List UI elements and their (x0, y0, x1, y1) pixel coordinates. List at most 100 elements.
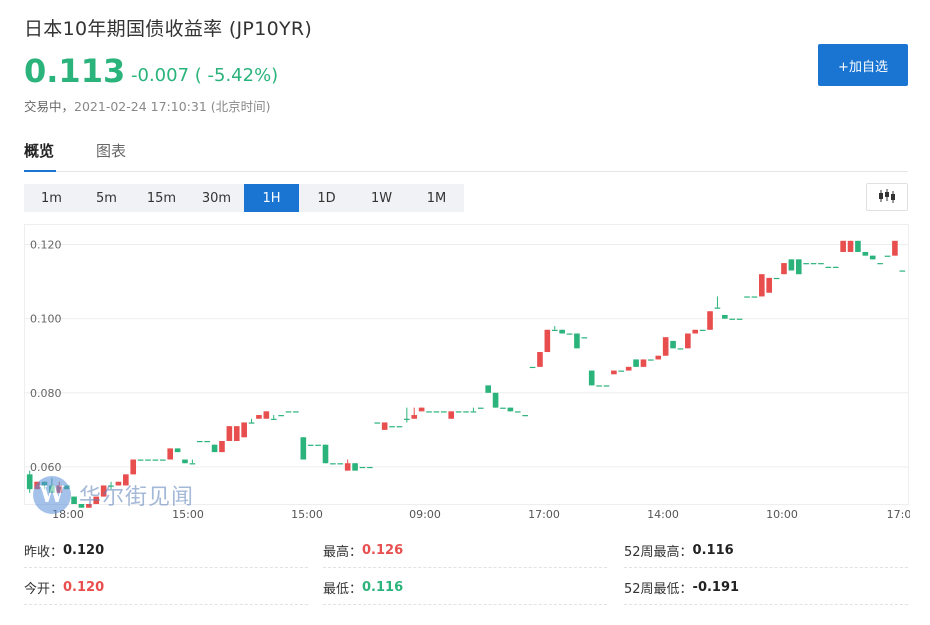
candle-body (263, 411, 270, 419)
stat-label: 今开： (24, 582, 64, 597)
candle-body (788, 259, 795, 271)
stat-value: -0.191 (692, 580, 740, 595)
candle-body (722, 314, 728, 319)
watermark: W 华尔街见闻 (33, 476, 194, 514)
candle-body (418, 407, 425, 412)
stat-high: 最高： 0.126 (323, 534, 607, 568)
candle-body (167, 448, 174, 460)
add-watchlist-button[interactable]: +加自选 (818, 44, 908, 86)
candle-body (344, 463, 351, 471)
x-tick-label: 10:00 (766, 508, 798, 521)
candle-body (367, 466, 373, 469)
candle-body (389, 426, 395, 428)
candle-body (293, 411, 299, 413)
candle-body (840, 240, 846, 252)
candle-body (426, 411, 432, 413)
candle-body (537, 352, 543, 367)
trading-status: 交易中，2021-02-24 17:10:31 (北京时间) (24, 96, 271, 115)
y-tick-label: 0.060 (30, 461, 62, 474)
candle-body (522, 415, 528, 417)
candle-body (507, 407, 514, 412)
stat-label: 最低： (323, 582, 363, 597)
candle-body (877, 263, 883, 265)
candle-body (241, 422, 247, 438)
candle-body (574, 333, 580, 349)
candle-body (818, 263, 824, 265)
candle-body (588, 370, 595, 386)
y-tick-label: 0.100 (30, 313, 62, 326)
stat-low: 最低： 0.116 (323, 571, 607, 605)
candle-body (470, 411, 477, 413)
candle-body (648, 359, 654, 361)
candle-body (899, 270, 906, 272)
candle-body (729, 318, 736, 320)
candle-body (374, 422, 381, 424)
candle-body (707, 311, 713, 330)
candle-body (130, 459, 137, 475)
candle-body (514, 411, 521, 413)
candle-body (204, 440, 210, 443)
candle-body (640, 359, 647, 367)
candle-body (611, 370, 617, 375)
candle-body (396, 426, 403, 428)
candle-body (618, 370, 625, 372)
candle-body (404, 418, 410, 420)
stat-value: 0.116 (362, 580, 404, 595)
price-change: -0.007 ( -5.42%) (131, 65, 279, 86)
tab-overview[interactable]: 概览 (24, 140, 56, 172)
candle-body (137, 459, 144, 461)
stat-value: 0.116 (692, 543, 734, 558)
candle-body (256, 415, 262, 419)
candle-body (559, 329, 565, 334)
candle-body (330, 463, 336, 465)
candle-body (847, 240, 854, 252)
period-selector: 1m 5m 15m 30m 1H 1D 1W 1M (24, 184, 464, 212)
candle-body (633, 359, 639, 367)
stat-label: 最高： (323, 545, 363, 560)
candle-body (189, 463, 196, 465)
period-5m[interactable]: 5m (79, 184, 134, 212)
candle-body (500, 407, 506, 409)
period-30m[interactable]: 30m (189, 184, 244, 212)
period-1h[interactable]: 1H (244, 184, 299, 212)
candle-body (581, 337, 588, 339)
candle-body (233, 426, 240, 441)
candle-body (551, 329, 558, 331)
candle-body (307, 444, 314, 446)
watermark-logo: W (33, 476, 71, 514)
candle-body (773, 277, 780, 280)
stat-value: 0.120 (63, 543, 105, 558)
candle-body (477, 407, 484, 409)
candle-body (662, 337, 669, 356)
x-tick-label: 09:00 (409, 508, 441, 521)
candle-body (714, 307, 721, 309)
period-1mo[interactable]: 1M (409, 184, 464, 212)
candle-body (758, 274, 765, 297)
stat-value: 0.120 (63, 580, 105, 595)
period-1m[interactable]: 1m (24, 184, 79, 212)
candle-body (795, 259, 802, 275)
candle-body (174, 448, 181, 453)
period-15m[interactable]: 15m (134, 184, 189, 212)
candle-body (825, 266, 832, 268)
candle-body (810, 263, 817, 265)
candle-body (855, 240, 861, 252)
candle-body (869, 255, 876, 260)
candle-body (381, 422, 388, 430)
candle-body (832, 266, 839, 268)
stat-prev-close: 昨收： 0.120 (24, 534, 308, 568)
candlestick-icon (878, 188, 896, 207)
candle-body (152, 459, 159, 461)
y-tick-label: 0.120 (30, 239, 62, 252)
candle-body (248, 422, 255, 424)
candle-body (411, 415, 418, 419)
candle-body (803, 263, 809, 265)
candle-body (219, 440, 225, 453)
chart-type-button[interactable] (866, 183, 908, 211)
stat-52w-low: 52周最低： -0.191 (624, 571, 908, 605)
period-1w[interactable]: 1W (354, 184, 409, 212)
candle-body (315, 444, 321, 446)
candle-body (145, 459, 151, 461)
period-1d[interactable]: 1D (299, 184, 354, 212)
tab-chart[interactable]: 图表 (96, 140, 126, 172)
